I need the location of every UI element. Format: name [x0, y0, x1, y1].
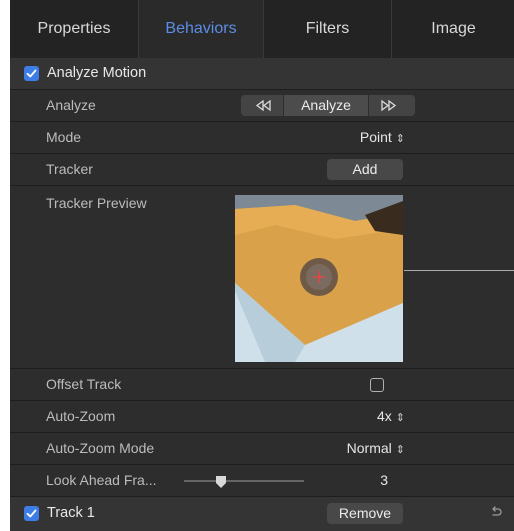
auto-zoom-label: Auto-Zoom: [46, 408, 116, 424]
offset-track-row: Offset Track: [10, 369, 514, 401]
look-ahead-value[interactable]: 3: [340, 465, 388, 496]
tab-properties[interactable]: Properties: [10, 0, 138, 58]
track-1-header: Track 1 Remove: [10, 497, 514, 531]
auto-zoom-value: 4x: [376, 408, 392, 424]
analyze-motion-title: Analyze Motion: [47, 65, 147, 81]
checkmark-icon: [26, 69, 37, 78]
chevron-updown-icon: ⇕: [395, 412, 405, 424]
chevron-updown-icon: ⇕: [395, 133, 405, 145]
auto-zoom-select[interactable]: 4x ⇕: [310, 401, 405, 434]
auto-zoom-mode-row: Auto-Zoom Mode Normal ⇕: [10, 433, 514, 465]
tracker-preview-row: Tracker Preview: [10, 186, 514, 369]
analyze-label: Analyze: [46, 97, 96, 113]
tracker-preview-label: Tracker Preview: [46, 195, 147, 211]
tab-image[interactable]: Image: [391, 0, 514, 58]
track-1-checkbox[interactable]: [24, 506, 39, 521]
analyze-control: Analyze: [241, 95, 415, 116]
look-ahead-slider-track[interactable]: [184, 480, 304, 482]
analyze-forward-icon[interactable]: [379, 95, 397, 122]
preview-callout-line: [404, 270, 514, 271]
checkmark-icon: [26, 509, 37, 518]
analyze-row: Analyze Analyze: [10, 90, 514, 122]
tracker-label: Tracker: [46, 161, 93, 177]
tracker-row: Tracker Add: [10, 154, 514, 186]
inspector-tabs: Properties Behaviors Filters Image: [10, 0, 514, 58]
add-tracker-button[interactable]: Add: [327, 159, 403, 180]
mode-row: Mode Point ⇕: [10, 122, 514, 154]
analyze-motion-checkbox[interactable]: [24, 66, 39, 81]
look-ahead-slider-thumb[interactable]: [216, 475, 226, 488]
look-ahead-label: Look Ahead Fra...: [46, 472, 157, 488]
mode-label: Mode: [46, 129, 82, 145]
analyze-motion-header: Analyze Motion: [10, 58, 514, 90]
auto-zoom-row: Auto-Zoom 4x ⇕: [10, 401, 514, 433]
remove-track-button[interactable]: Remove: [327, 503, 403, 524]
look-ahead-row: Look Ahead Fra... 3: [10, 465, 514, 497]
analyze-button[interactable]: Analyze: [283, 95, 369, 116]
auto-zoom-mode-value: Normal: [346, 440, 392, 456]
offset-track-checkbox[interactable]: [370, 378, 384, 392]
inspector-panel: Properties Behaviors Filters Image Analy…: [10, 0, 514, 531]
mode-select[interactable]: Point ⇕: [300, 122, 405, 155]
tab-behaviors[interactable]: Behaviors: [138, 0, 264, 58]
mode-value: Point: [359, 129, 392, 145]
auto-zoom-mode-select[interactable]: Normal ⇕: [300, 433, 405, 466]
auto-zoom-mode-label: Auto-Zoom Mode: [46, 440, 155, 456]
analyze-backward-icon[interactable]: [255, 95, 273, 122]
reset-icon[interactable]: [489, 505, 503, 522]
chevron-updown-icon: ⇕: [395, 444, 405, 456]
offset-track-label: Offset Track: [46, 376, 122, 392]
tracker-preview-image[interactable]: [235, 195, 403, 362]
tab-filters[interactable]: Filters: [264, 0, 391, 58]
track-1-title: Track 1: [47, 505, 95, 521]
